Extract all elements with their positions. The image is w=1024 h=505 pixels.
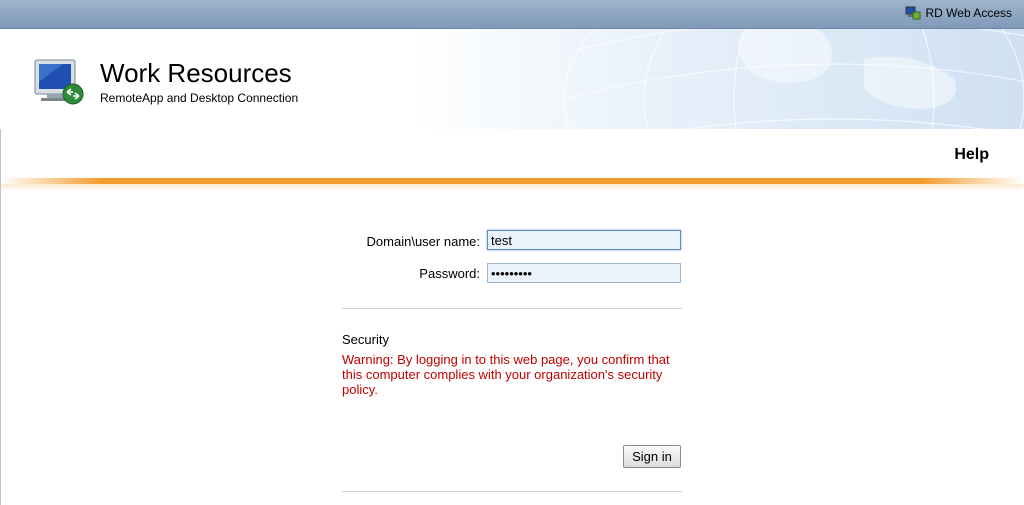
username-label: Domain\user name: [366, 234, 480, 249]
rd-web-access-label: RD Web Access [925, 6, 1012, 20]
page-title: Work Resources [100, 58, 292, 88]
globe-decoration [563, 29, 1024, 129]
divider-top [342, 308, 682, 309]
orange-divider [0, 178, 1024, 184]
help-link[interactable]: Help [954, 146, 989, 164]
top-bar: RD Web Access [0, 0, 1024, 29]
security-heading: Security [342, 332, 389, 347]
username-input[interactable] [487, 230, 681, 250]
page-subtitle: RemoteApp and Desktop Connection [100, 91, 299, 105]
rd-web-access-icon [905, 6, 921, 20]
divider-bottom [342, 491, 682, 492]
security-warning: Warning: By logging in to this web page,… [342, 352, 670, 397]
sign-in-button[interactable]: Sign in [623, 445, 681, 468]
password-label: Password: [419, 266, 480, 281]
remote-desktop-monitor-icon [33, 56, 89, 113]
password-input[interactable] [487, 263, 681, 283]
rd-web-access-brand[interactable]: RD Web Access [905, 6, 1012, 20]
